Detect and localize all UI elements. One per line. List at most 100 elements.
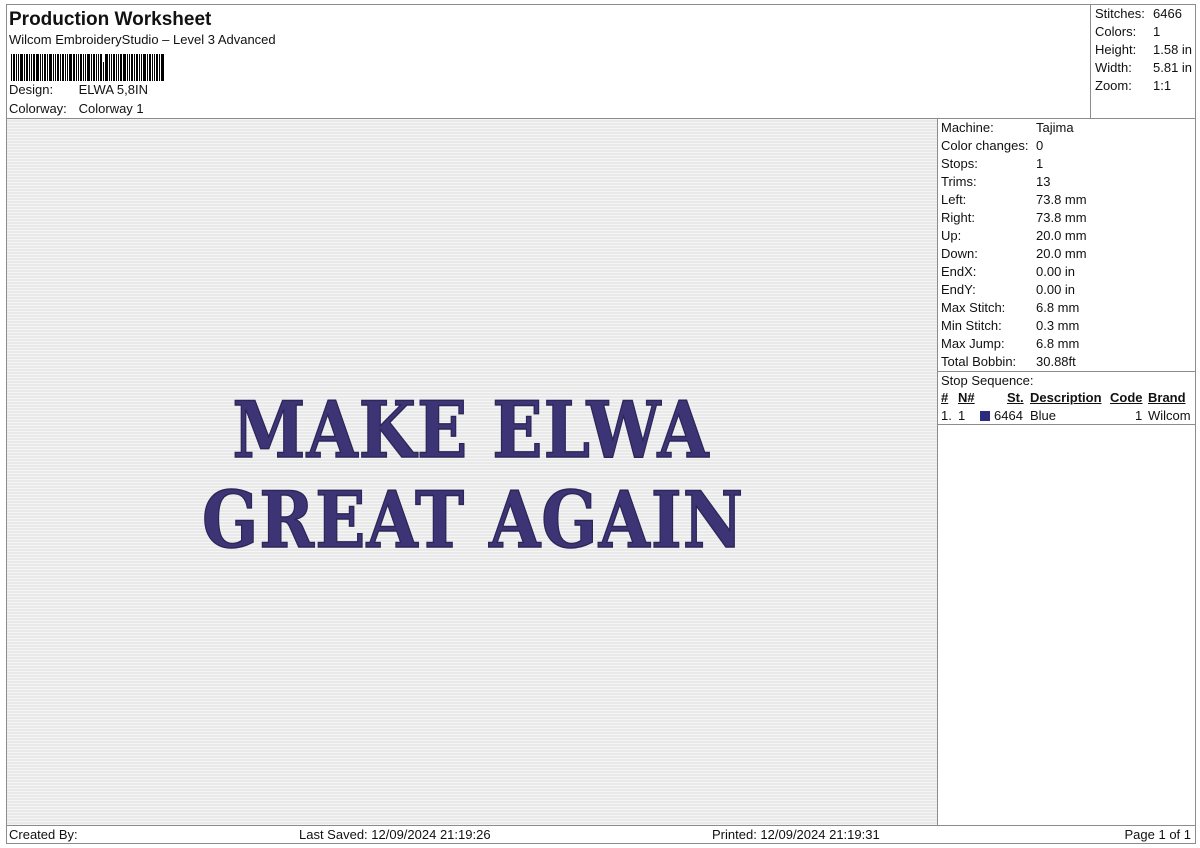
barcode-bar [159,54,160,81]
barcode-bar [98,54,99,81]
worksheet-footer: Created By: Last Saved: 12/09/2024 21:19… [6,825,1196,844]
barcode-bar [118,54,119,81]
barcode-bar [93,54,95,81]
divider [938,371,1195,372]
barcode-bar [40,54,41,81]
col-st: St. [1007,390,1024,405]
info-value: 0.00 in [1036,264,1076,279]
stop-sequence-table: # N# St. Description Code Brand 1. 1 646… [938,390,1195,426]
created-by: Created By: [9,827,78,842]
design-stats: Stitches: 6466 Colors: 1 Height: 1.58 in Wi… [1090,4,1196,119]
info-label: Max Jump: [941,336,1005,351]
worksheet-header: Production Worksheet Wilcom EmbroiderySt… [6,4,1091,119]
stat-value: 6466 [1153,6,1182,21]
info-value: 73.8 mm [1036,210,1087,225]
barcode-bar [55,54,56,81]
design-preview: MAKE ELWA GREAT AGAIN [6,118,938,826]
colorway-row: Colorway: Colorway 1 [9,101,144,116]
barcode-bar [13,54,15,81]
info-value: 73.8 mm [1036,192,1087,207]
barcode-bar [161,54,164,81]
barcode-bar [20,54,23,81]
info-value: 1 [1036,156,1044,171]
barcode-bar [44,54,46,81]
info-label: Right: [941,210,975,225]
info-label: Trims: [941,174,977,189]
barcode-bar [26,54,28,81]
embroidery-artwork: MAKE ELWA GREAT AGAIN [201,384,743,567]
stat-label: Stitches: [1095,6,1145,21]
barcode-bar [67,54,68,81]
barcode-bar [156,54,158,81]
info-value: Tajima [1036,120,1074,135]
row-description: Blue [1030,408,1057,423]
stop-table-header: # N# St. Description Code Brand [938,390,1195,408]
info-value: 6.8 mm [1036,300,1080,315]
barcode-bar [49,54,52,81]
info-value: 0.00 in [1036,282,1076,297]
stat-value: 5.81 in [1153,60,1193,75]
barcode-bar [109,54,110,81]
last-saved: Last Saved: 12/09/2024 21:19:26 [299,827,491,842]
barcode-bar [83,54,84,81]
row-n: 1 [958,408,966,423]
info-label: Machine: [941,120,994,135]
info-value: 30.88ft [1036,354,1076,369]
colorway-value: Colorway 1 [78,101,144,116]
info-label: Stops: [941,156,978,171]
barcode-bar [91,54,92,81]
barcode-bar [120,54,122,81]
barcode-bar [53,54,54,81]
barcode-bar [127,54,128,81]
barcode-bar [69,54,72,81]
info-value: 13 [1036,174,1051,189]
info-label: Total Bobbin: [941,354,1017,369]
info-label: Min Stitch: [941,318,1002,333]
barcode-bar [62,54,64,81]
barcode-bar [154,54,155,81]
barcode-bar [11,54,12,81]
barcode-bar [136,54,138,81]
info-value: 6.8 mm [1036,336,1080,351]
printed-date: Printed: 12/09/2024 21:19:31 [712,827,880,842]
page-number: Page 1 of 1 [1124,827,1192,842]
info-label: Down: [941,246,978,261]
col-num: # [941,390,949,405]
info-label: Left: [941,192,967,207]
stat-label: Height: [1095,42,1137,57]
barcode-bar [78,54,79,81]
barcode-bar [113,54,115,81]
info-label: EndY: [941,282,976,297]
colorway-label: Colorway: [9,101,67,116]
barcode-bar [31,54,32,81]
info-value: 20.0 mm [1036,228,1087,243]
design-label: Design: [9,82,54,97]
barcode-image [11,54,179,81]
barcode-bar [103,62,104,81]
barcode-bar [131,54,133,81]
row-st: 6464 [994,408,1023,423]
stat-label: Width: [1095,60,1132,75]
barcode-bar [141,54,142,81]
col-n: N# [958,390,975,405]
stat-value: 1 [1153,24,1161,39]
barcode-bar [29,54,30,81]
design-value: ELWA 5,8IN [78,82,148,97]
barcode-bar [143,54,146,81]
barcode-bar [36,54,39,81]
info-value: 20.0 mm [1036,246,1087,261]
stat-label: Colors: [1095,24,1137,39]
barcode-bar [16,54,17,81]
barcode-bar [96,54,97,81]
barcode-bar [116,54,117,81]
design-line-1: MAKE ELWA [232,385,709,477]
info-label: Max Stitch: [941,300,1006,315]
col-code: Code [1110,390,1143,405]
row-num: 1. [941,408,952,423]
design-row: Design: ELWA 5,8IN [9,82,148,97]
stat-value: 1.58 in [1153,42,1193,57]
barcode-bar [147,54,148,81]
barcode-bar [76,54,77,81]
barcode-bar [152,54,153,81]
barcode-bar [87,54,90,81]
